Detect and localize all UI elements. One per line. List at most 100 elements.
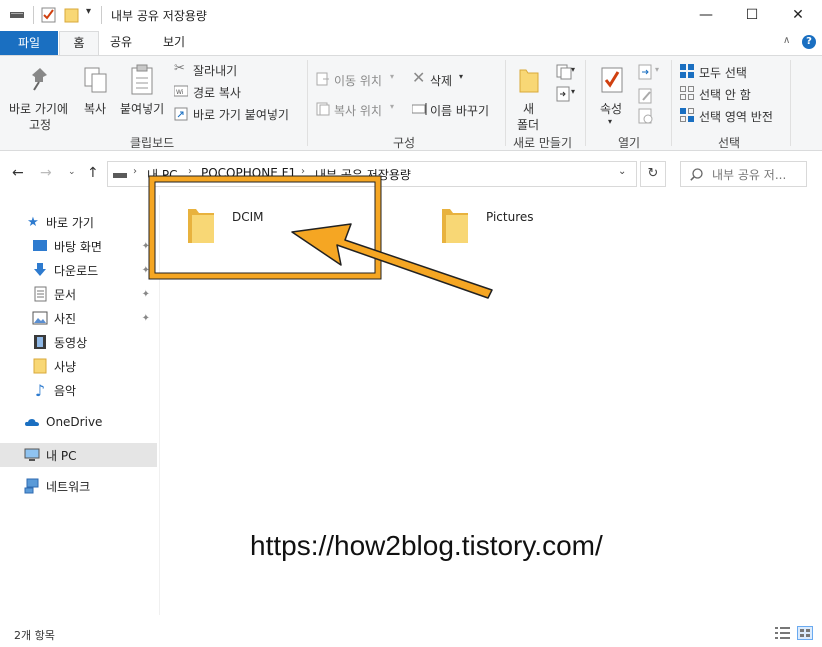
copy-path-label: 경로 복사 [193, 86, 241, 100]
copy-path-button[interactable]: Wi 경로 복사 [174, 83, 254, 101]
large-icons-view-icon[interactable] [797, 626, 813, 640]
nav-folder-sanyang[interactable]: 사냥 [32, 355, 156, 377]
paste-button[interactable]: 붙여넣기 [118, 60, 168, 120]
nav-documents[interactable]: 문서 ✦ [32, 283, 156, 305]
edit-button[interactable] [638, 88, 656, 106]
scissors-icon: ✂ [174, 61, 185, 76]
chevron-down-icon: ▾ [608, 117, 613, 126]
new-folder-button[interactable]: 새 폴더 [512, 60, 546, 132]
music-note-icon: ♪ [34, 380, 46, 400]
help-icon[interactable]: ? [802, 35, 816, 49]
copy-to-label: 복사 위치 [334, 104, 382, 118]
nav-onedrive[interactable]: OneDrive [24, 411, 156, 433]
copy-to-button[interactable]: 복사 위치 ▾ [316, 100, 398, 120]
refresh-button[interactable]: ↻ [640, 161, 666, 187]
separator [505, 60, 506, 146]
recent-locations-chevron-icon[interactable]: ⌄ [68, 167, 76, 177]
separator [33, 6, 34, 24]
tab-share[interactable]: 공유 [100, 31, 142, 55]
delete-label: 삭제 [430, 74, 453, 88]
search-input[interactable]: 내부 공유 저... [680, 161, 807, 187]
nav-videos[interactable]: 동영상 [32, 331, 156, 353]
back-arrow-icon[interactable]: ← [12, 165, 24, 181]
nav-downloads-label: 다운로드 [54, 263, 99, 278]
cut-button[interactable]: ✂ 잘라내기 [174, 61, 254, 79]
watermark-url: https://how2blog.tistory.com/ [250, 530, 603, 561]
select-none-label: 선택 안 함 [699, 88, 751, 102]
copy-label: 복사 [84, 102, 107, 116]
details-view-icon[interactable] [775, 626, 791, 640]
nav-pictures[interactable]: 사진 ✦ [32, 307, 156, 329]
tab-home[interactable]: 홈 [59, 31, 99, 56]
search-placeholder: 내부 공유 저... [712, 168, 787, 182]
nav-this-pc[interactable]: 내 PC [0, 443, 157, 467]
tab-file[interactable]: 파일 [0, 31, 58, 55]
maximize-button[interactable]: ☐ [729, 0, 775, 30]
pin-icon [32, 68, 47, 91]
select-all-icon [680, 64, 694, 78]
pin-to-quick-access-button[interactable]: 바로 가기에 고정 [5, 60, 75, 132]
rename-label: 이름 바꾸기 [430, 104, 490, 118]
address-dropdown-chevron-icon[interactable]: ⌄ [618, 166, 626, 177]
delete-button[interactable]: ✕ 삭제 ▾ [412, 68, 472, 90]
properties-label: 속성 [600, 102, 623, 116]
properties-quick-icon[interactable] [41, 7, 57, 23]
up-arrow-icon[interactable]: ↑ [87, 165, 99, 181]
separator [101, 6, 102, 24]
item-count: 2개 항목 [14, 629, 55, 642]
select-all-label: 모두 선택 [699, 66, 747, 80]
invert-selection-icon [680, 108, 694, 122]
tab-view[interactable]: 보기 [153, 31, 195, 55]
select-none-icon [680, 86, 694, 100]
easy-access-button[interactable]: ▾ [556, 86, 580, 104]
separator [307, 60, 308, 146]
select-all-button[interactable]: 모두 선택 [680, 63, 760, 81]
paste-shortcut-label: 바로 가기 붙여넣기 [193, 108, 289, 122]
edit-icon [638, 88, 652, 104]
customize-quick-access-icon[interactable]: ▾ [86, 6, 91, 17]
paste-shortcut-button[interactable]: 바로 가기 붙여넣기 [174, 105, 304, 123]
open-button[interactable]: ▾ [638, 64, 664, 82]
chevron-down-icon: ▾ [390, 102, 395, 111]
nav-downloads[interactable]: 다운로드 ✦ [32, 259, 156, 281]
star-icon: ★ [27, 214, 39, 230]
properties-button[interactable]: 속성 ▾ [594, 60, 630, 130]
download-arrow-icon [34, 263, 46, 276]
delete-x-icon: ✕ [412, 68, 426, 87]
move-to-button[interactable]: 이동 위치 ▾ [316, 70, 398, 90]
group-label-clipboard: 클립보드 [130, 136, 175, 150]
new-item-icon [556, 64, 572, 80]
nav-videos-label: 동영상 [54, 335, 88, 350]
paste-shortcut-icon [174, 107, 188, 121]
nav-quick-access-label: 바로 가기 [46, 215, 94, 230]
invert-selection-button[interactable]: 선택 영역 반전 [680, 107, 790, 125]
close-button[interactable]: ✕ [775, 0, 821, 30]
nav-documents-label: 문서 [54, 287, 77, 302]
document-icon [34, 286, 47, 302]
copy-button[interactable]: 복사 [80, 60, 112, 120]
select-none-button[interactable]: 선택 안 함 [680, 85, 760, 103]
history-button[interactable] [638, 108, 656, 126]
minimize-button[interactable]: — [683, 0, 729, 30]
forward-arrow-icon[interactable]: → [40, 165, 52, 181]
group-label-open: 열기 [618, 136, 641, 150]
ribbon: 바로 가기에 고정 복사 붙여넣기 ✂ 잘라내기 Wi 경로 복사 바로 가기 … [0, 55, 822, 151]
svg-text:Wi: Wi [176, 89, 184, 96]
rename-button[interactable]: 이름 바꾸기 [412, 100, 502, 120]
title-bar: ▾ 내부 공유 저장용량 — ☐ ✕ [0, 0, 822, 32]
new-folder-quick-icon[interactable] [64, 7, 80, 23]
nav-folder-sanyang-label: 사냥 [54, 359, 77, 374]
pointer-arrow [291, 223, 493, 299]
nav-network[interactable]: 네트워크 [24, 475, 156, 497]
navigation-pane: ★ 바로 가기 바탕 화면 ✦ 다운로드 ✦ 문서 ✦ 사진 ✦ 동영상 사냥 … [0, 200, 160, 620]
nav-this-pc-label: 내 PC [46, 448, 77, 463]
group-label-new: 새로 만들기 [513, 136, 573, 150]
collapse-ribbon-icon[interactable]: ∧ [783, 35, 790, 46]
nav-onedrive-label: OneDrive [46, 415, 103, 429]
nav-quick-access[interactable]: ★ 바로 가기 [26, 211, 156, 233]
new-item-button[interactable]: ▾ [556, 64, 580, 82]
nav-desktop[interactable]: 바탕 화면 ✦ [32, 235, 156, 257]
nav-network-label: 네트워크 [46, 479, 91, 494]
nav-music[interactable]: ♪ 음악 [32, 379, 156, 401]
chevron-down-icon: ▾ [655, 65, 660, 74]
